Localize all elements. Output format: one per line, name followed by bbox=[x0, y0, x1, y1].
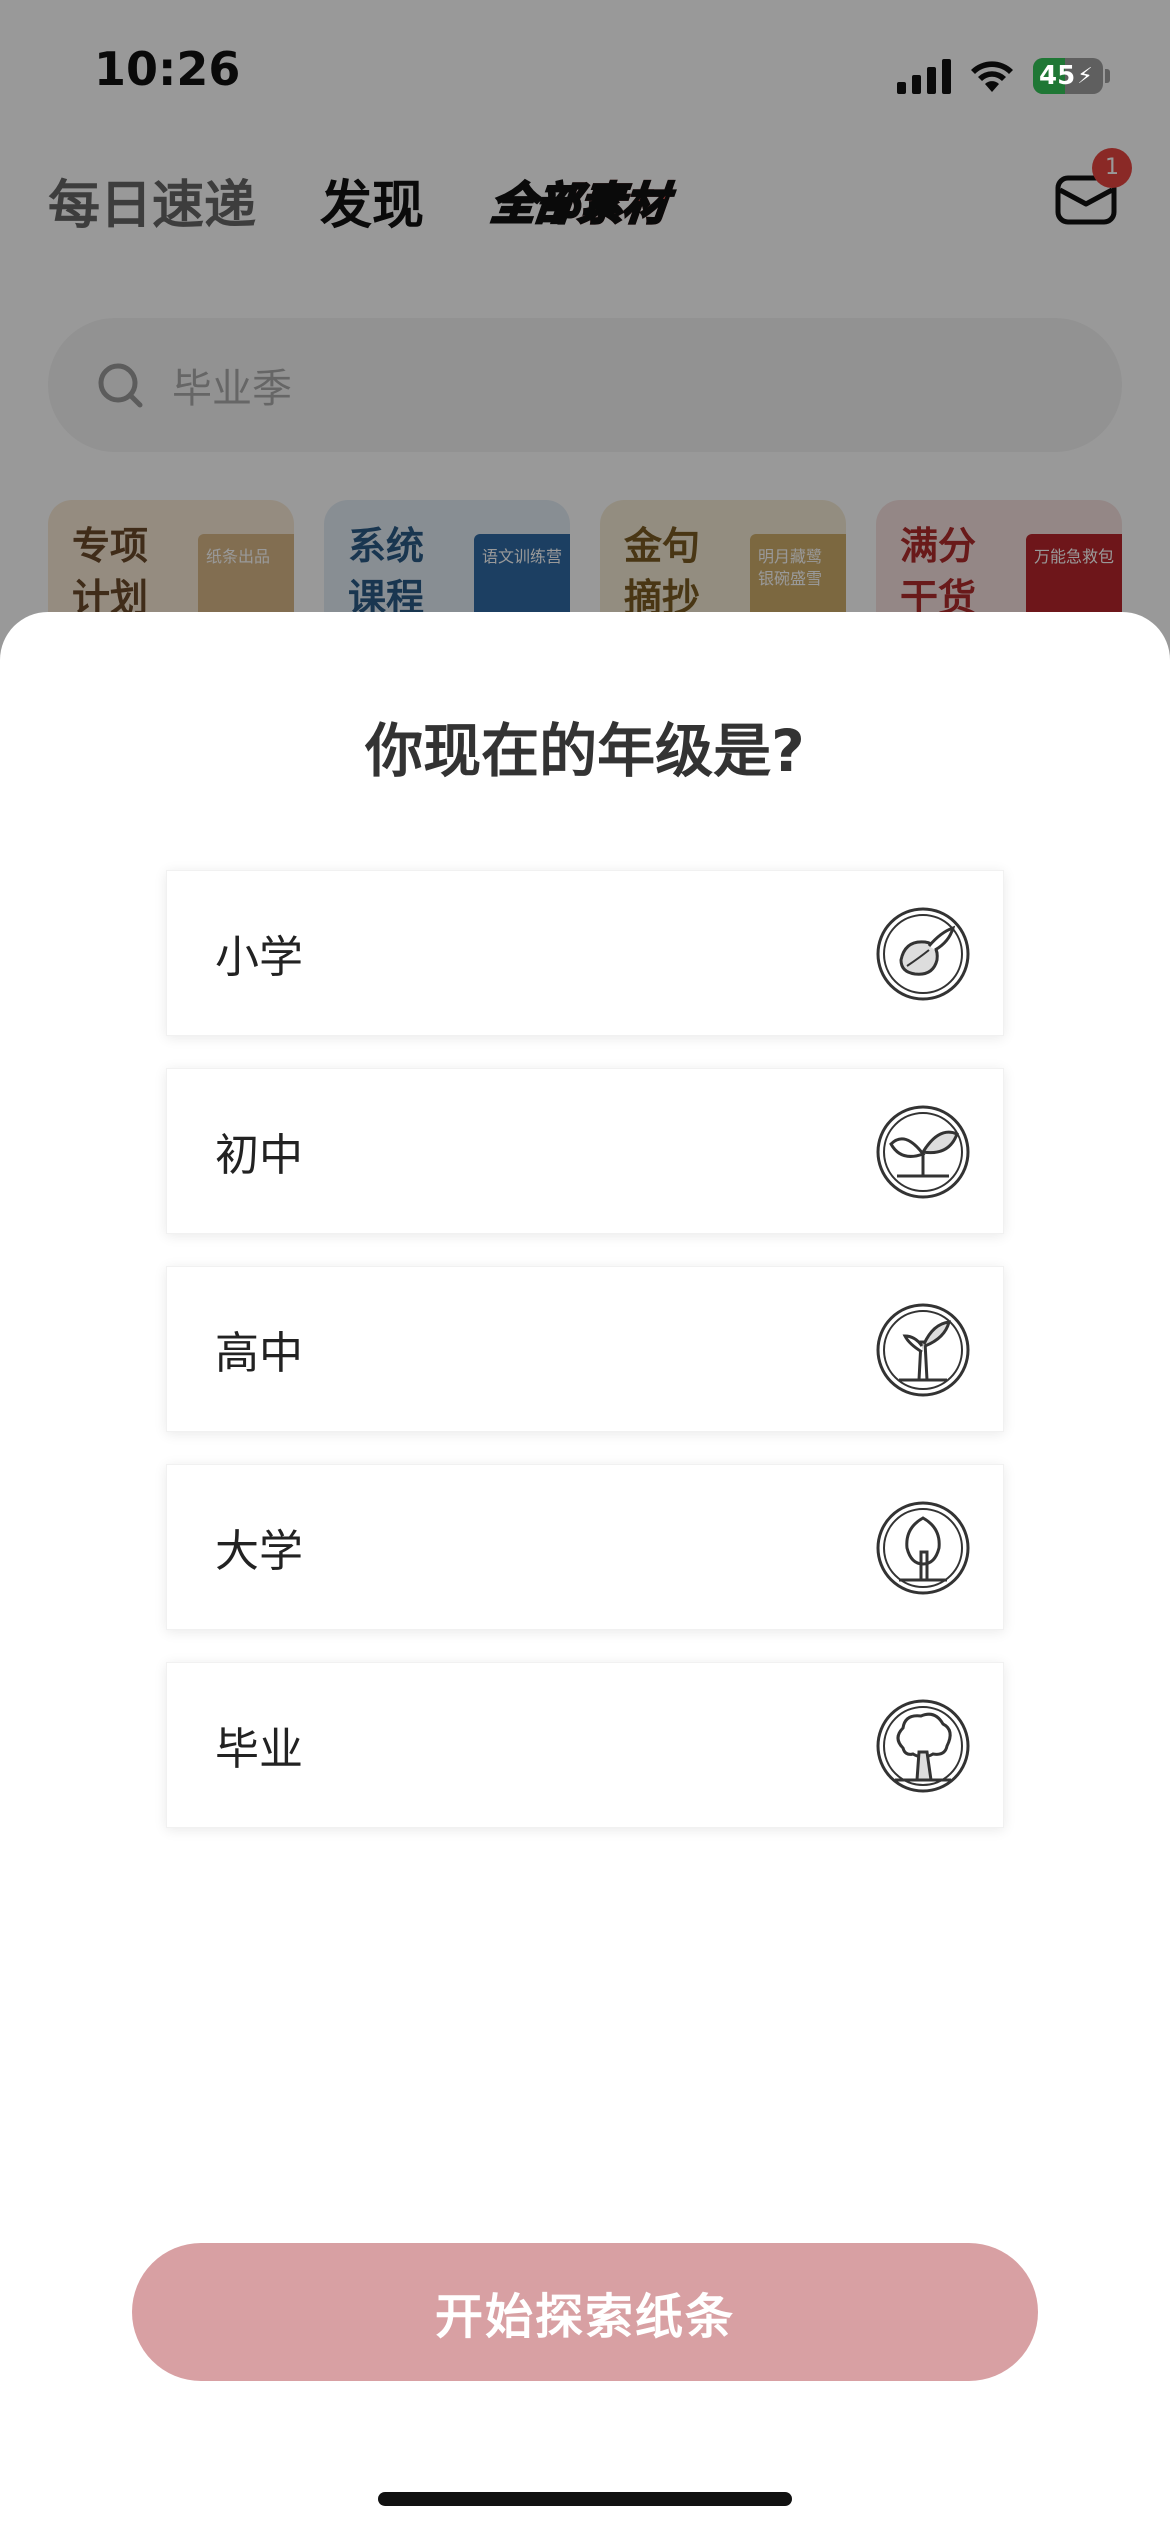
seed-icon bbox=[876, 907, 970, 1001]
grade-label: 高中 bbox=[215, 1328, 303, 1379]
grade-option-graduated[interactable]: 毕业 bbox=[166, 1662, 1004, 1828]
grade-label: 初中 bbox=[215, 1130, 303, 1181]
grade-options: 小学 初中 高中 大学 毕业 bbox=[166, 870, 1004, 1860]
big-tree-icon bbox=[876, 1699, 970, 1793]
sapling-icon bbox=[876, 1303, 970, 1397]
grade-option-junior-high[interactable]: 初中 bbox=[166, 1068, 1004, 1234]
grade-option-senior-high[interactable]: 高中 bbox=[166, 1266, 1004, 1432]
start-explore-button[interactable]: 开始探索纸条 bbox=[132, 2243, 1038, 2381]
grade-select-sheet: 你现在的年级是? 小学 初中 高中 大学 毕业 开始探索纸条 bbox=[0, 612, 1170, 2532]
grade-option-primary[interactable]: 小学 bbox=[166, 870, 1004, 1036]
charging-icon: ⚡ bbox=[1077, 63, 1093, 89]
grade-label: 小学 bbox=[215, 932, 303, 983]
sprout-icon bbox=[876, 1105, 970, 1199]
sheet-title: 你现在的年级是? bbox=[365, 717, 805, 785]
grade-label: 大学 bbox=[215, 1526, 303, 1577]
young-tree-icon bbox=[876, 1501, 970, 1595]
battery-level: 45 bbox=[1039, 61, 1076, 91]
home-indicator bbox=[378, 2492, 792, 2506]
grade-label: 毕业 bbox=[215, 1724, 303, 1775]
grade-option-university[interactable]: 大学 bbox=[166, 1464, 1004, 1630]
